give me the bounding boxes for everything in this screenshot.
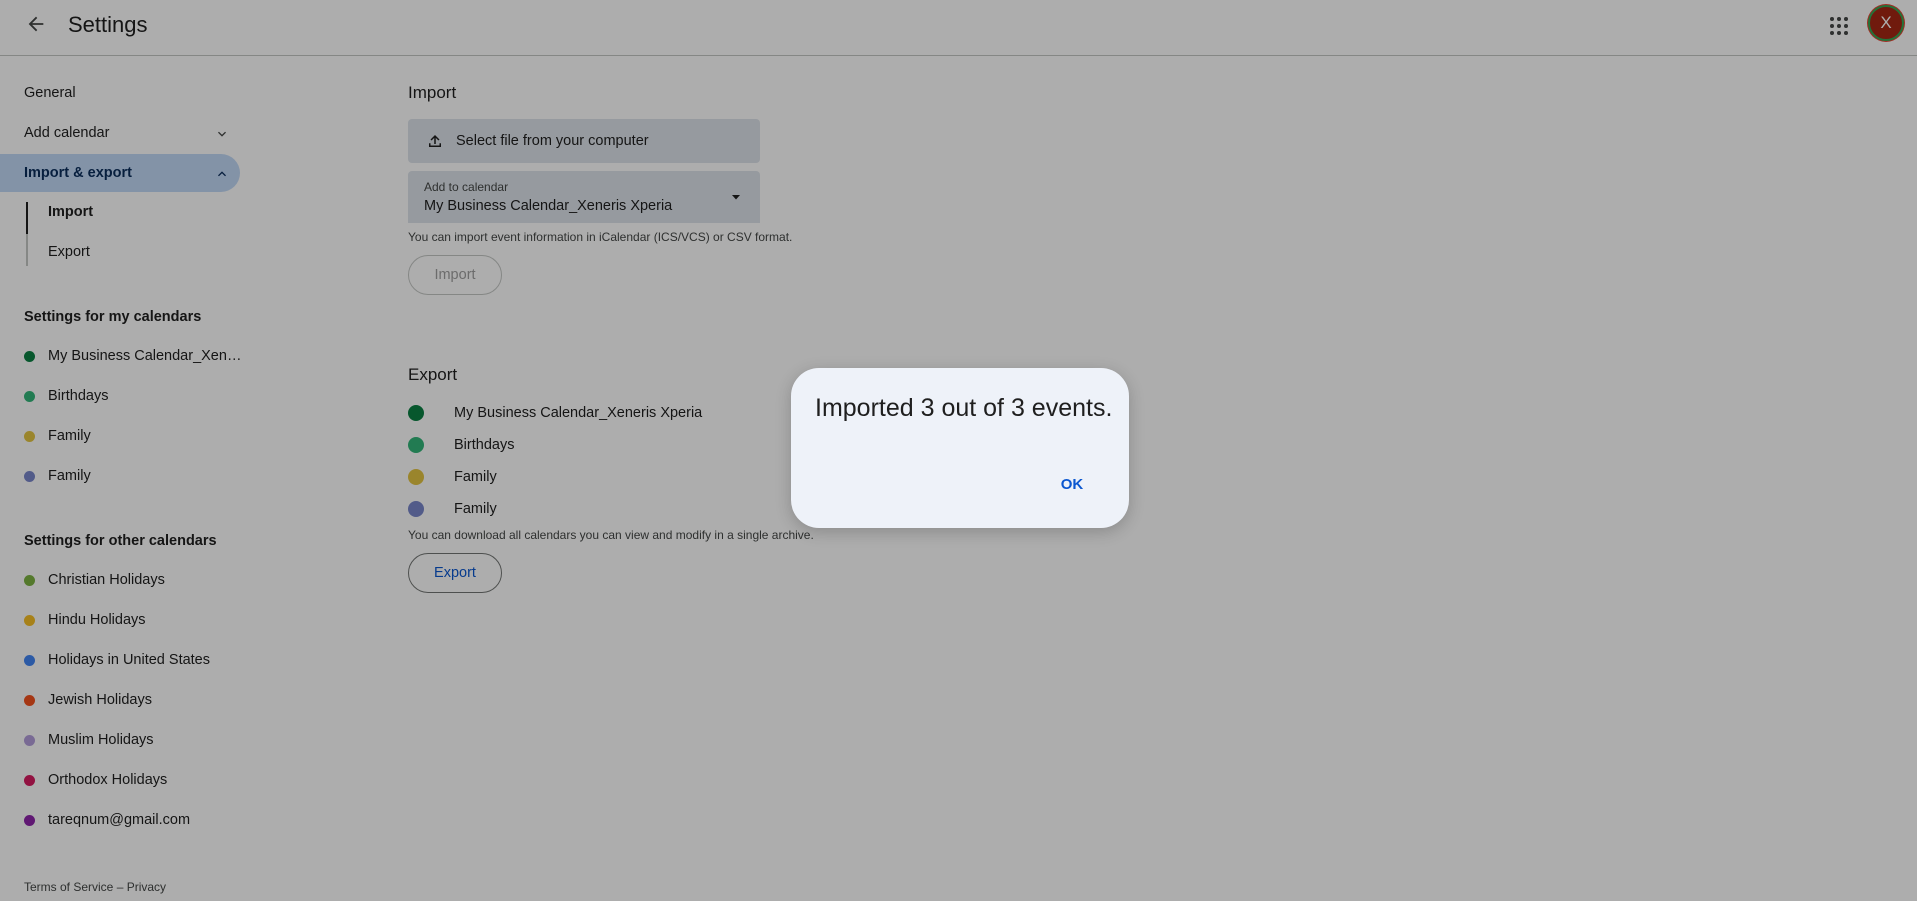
import-result-dialog: Imported 3 out of 3 events. — [791, 368, 1129, 528]
dialog-ok-button[interactable]: OK — [1044, 468, 1100, 500]
dialog-message: Imported 3 out of 3 events. — [815, 394, 1113, 422]
